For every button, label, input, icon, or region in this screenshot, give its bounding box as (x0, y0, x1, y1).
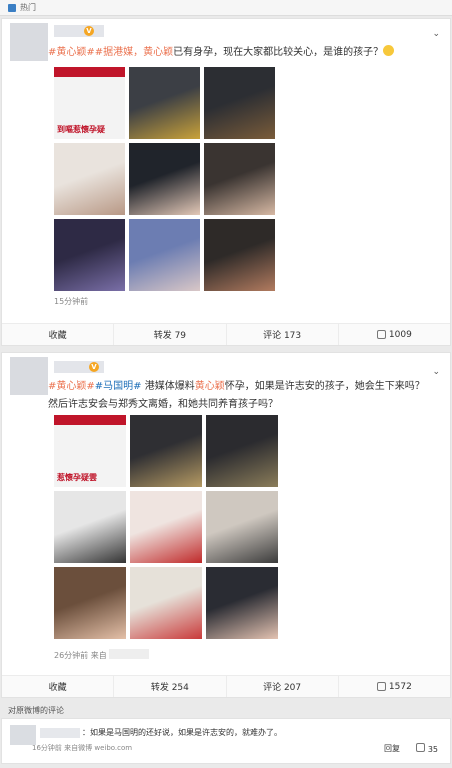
post-time-label: 26分钟前 来自 (54, 651, 107, 660)
collect-label: 收藏 (48, 683, 67, 693)
comment-label: 评论 207 (263, 683, 302, 693)
photo-thumbnail[interactable] (54, 143, 125, 215)
photo-thumbnail[interactable] (206, 415, 278, 487)
action-bar: 收藏 转发 254 评论 207 1572 (2, 675, 450, 697)
reply-button[interactable]: 回复 (384, 743, 400, 754)
thumbs-up-icon (376, 682, 386, 691)
weibo-post: V ⌄ #黄心颖##马国明# 港媒体爆料黄心颖怀孕，如果是许志安的孩子，她会生下… (1, 352, 451, 698)
comment-button[interactable]: 评论 173 (227, 324, 339, 345)
weibo-post: V ⌄ #黄心颖##据港媒，黄心颖已有身孕，现在大家都比较关心，是谁的孩子？ 到… (1, 18, 451, 346)
text-segment: 港媒体爆料 (141, 381, 195, 392)
verified-badge-icon: V (84, 26, 94, 36)
collect-button[interactable]: 收藏 (2, 676, 115, 697)
avatar[interactable] (10, 23, 48, 61)
like-count: 1572 (388, 681, 412, 692)
photo-thumbnail[interactable] (54, 567, 126, 639)
repost-label: 转发 79 (153, 331, 187, 341)
chevron-down-icon[interactable]: ⌄ (432, 367, 440, 377)
photo-thumbnail[interactable] (129, 143, 200, 215)
post-time[interactable]: 15分钟前 (54, 296, 88, 307)
like-button[interactable]: 1009 (339, 324, 450, 345)
hot-section-header: 热门 (0, 0, 452, 16)
mention-link[interactable]: 黄心颖 (195, 381, 225, 392)
comment-like-button[interactable]: 35 (415, 743, 438, 754)
like-button[interactable]: 1572 (339, 676, 450, 697)
commenter-name-blurred[interactable] (40, 728, 80, 738)
news-header-bar (54, 415, 126, 425)
hot-icon (8, 3, 16, 12)
photo-thumbnail[interactable] (129, 219, 200, 291)
repost-label: 转发 254 (150, 683, 189, 693)
comment-item: ：如果是马国明的还好说，如果是许志安的，就难办了。 16分钟前 来自微博 wei… (1, 718, 451, 764)
verified-badge-icon: V (89, 362, 99, 372)
image-grid: 到嘔惹懷孕疑 (54, 67, 275, 291)
comment-button[interactable]: 评论 207 (227, 676, 339, 697)
photo-thumbnail[interactable] (204, 67, 275, 139)
avatar[interactable] (10, 357, 48, 395)
comment-label: 评论 173 (263, 331, 302, 341)
comments-section-label: 对原微博的评论 (8, 706, 64, 715)
photo-thumbnail[interactable] (54, 219, 125, 291)
photo-thumbnail[interactable]: 到嘔惹懷孕疑 (54, 67, 125, 139)
comment-meta: 16分钟前 来自微博 weibo.com (32, 744, 133, 752)
hashtag-link[interactable]: #马国明# (95, 381, 142, 392)
text-segment: 已有身孕，现在大家都比较关心，是谁的孩子？ (173, 47, 384, 58)
post-text: #黄心颖##马国明# 港媒体爆料黄心颖怀孕，如果是许志安的孩子，她会生下来吗？然… (48, 378, 430, 414)
photo-thumbnail[interactable] (130, 415, 202, 487)
hashtag-link[interactable]: #黄心颖# (48, 47, 95, 58)
photo-thumbnail[interactable] (54, 491, 126, 563)
thumbs-up-icon (376, 330, 386, 339)
photo-thumbnail[interactable] (204, 219, 275, 291)
comment-like-count: 35 (427, 745, 438, 754)
repost-button[interactable]: 转发 254 (114, 676, 227, 697)
username-blurred[interactable] (54, 25, 104, 37)
hot-label: 热门 (20, 3, 36, 12)
photo-thumbnail[interactable]: 惹懷孕疑雲 (54, 415, 126, 487)
post-text: #黄心颖##据港媒，黄心颖已有身孕，现在大家都比较关心，是谁的孩子？ (48, 44, 430, 62)
collect-button[interactable]: 收藏 (2, 324, 115, 345)
hashtag-link[interactable]: #黄心颖# (48, 381, 95, 392)
hashtag-link[interactable]: #据港媒， (95, 47, 143, 58)
chevron-down-icon[interactable]: ⌄ (432, 29, 440, 39)
thumbs-up-icon (415, 743, 425, 752)
photo-thumbnail[interactable] (130, 567, 202, 639)
post-time[interactable]: 26分钟前 来自 (54, 649, 150, 661)
collect-label: 收藏 (48, 331, 67, 341)
image-grid: 惹懷孕疑雲 (54, 415, 278, 639)
commenter-avatar[interactable] (10, 725, 36, 745)
repost-button[interactable]: 转发 79 (114, 324, 227, 345)
comment-text: ：如果是马国明的还好说，如果是许志安的，就难办了。 (82, 728, 282, 737)
action-bar: 收藏 转发 79 评论 173 1009 (2, 323, 450, 345)
photo-thumbnail[interactable] (130, 491, 202, 563)
news-header-bar (54, 67, 125, 77)
photo-thumbnail[interactable] (204, 143, 275, 215)
like-count: 1009 (388, 329, 412, 340)
photo-caption: 到嘔惹懷孕疑 (57, 124, 105, 134)
photo-caption: 惹懷孕疑雲 (57, 472, 97, 482)
photo-thumbnail[interactable] (206, 567, 278, 639)
photo-thumbnail[interactable] (129, 67, 200, 139)
mention-link[interactable]: 黄心颖 (143, 47, 173, 58)
photo-thumbnail[interactable] (206, 491, 278, 563)
source-blurred (109, 649, 150, 659)
emoji-icon (383, 45, 395, 56)
